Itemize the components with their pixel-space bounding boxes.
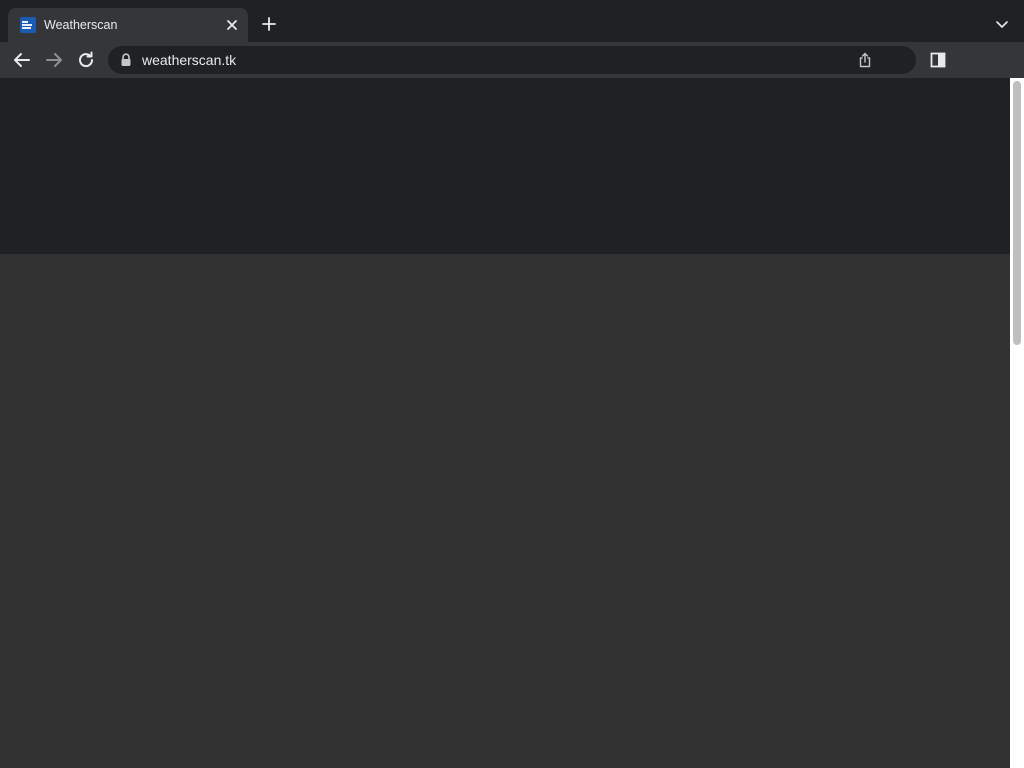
tab-title: Weatherscan — [44, 18, 118, 32]
browser-window: Weatherscan weatherscan.tk — [0, 0, 1024, 768]
lock-icon[interactable] — [120, 53, 132, 67]
reload-icon[interactable] — [74, 48, 98, 72]
address-bar[interactable]: weatherscan.tk — [108, 46, 916, 74]
share-icon[interactable] — [856, 51, 874, 69]
toolbar: weatherscan.tk — [0, 42, 1024, 78]
tab-weatherscan[interactable]: Weatherscan — [8, 8, 248, 42]
scrollbar-thumb[interactable] — [1013, 81, 1021, 345]
arrow-left-icon[interactable] — [10, 48, 34, 72]
chevron-down-icon[interactable] — [992, 14, 1012, 34]
page-header-band — [0, 78, 1010, 254]
tab-strip: Weatherscan — [0, 0, 1024, 42]
close-icon[interactable] — [223, 16, 241, 34]
the-weather-channel-favicon-icon — [20, 17, 36, 33]
plus-icon[interactable] — [258, 13, 280, 35]
side-panel-icon[interactable] — [927, 49, 949, 71]
arrow-right-icon[interactable] — [42, 48, 66, 72]
page-content — [0, 78, 1010, 768]
url-text[interactable]: weatherscan.tk — [142, 52, 236, 68]
vertical-scrollbar[interactable] — [1010, 78, 1024, 768]
